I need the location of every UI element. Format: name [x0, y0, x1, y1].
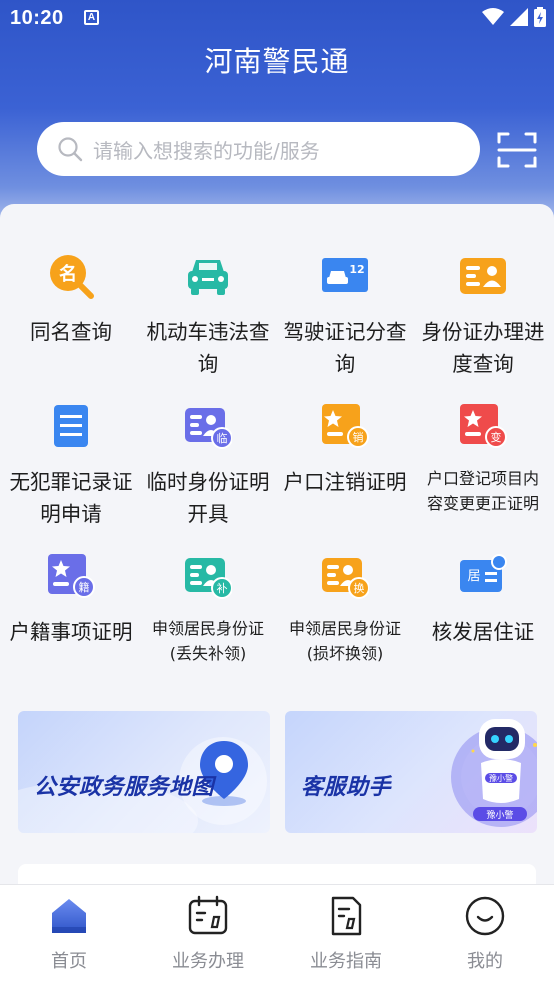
tab-home[interactable]: 首页	[0, 885, 138, 973]
robot-mascot-icon: 豫小警 豫小警	[451, 719, 537, 827]
status-time: 10:20	[10, 7, 64, 29]
home-icon	[52, 899, 86, 933]
service-label: 申领居民身份证(丢失补领)	[151, 619, 264, 663]
service-label: 户口登记项目内容变更更正证明	[426, 469, 539, 513]
car-icon	[188, 260, 228, 295]
badge-text: 补	[217, 582, 228, 595]
service-label: 驾驶证记分查询	[283, 320, 407, 376]
service-residence-permit[interactable]: 居 核发居住证	[414, 552, 552, 648]
service-id-progress[interactable]: 身份证办理进度查询	[414, 252, 552, 380]
service-household-register[interactable]: 籍 户籍事项证明	[2, 552, 140, 648]
service-temp-id[interactable]: 临 临时身份证明开具	[139, 402, 277, 530]
battery-icon	[534, 7, 546, 27]
tab-label: 我的	[467, 951, 503, 972]
notification-icon: A	[84, 10, 99, 25]
id-card-icon	[460, 258, 506, 294]
tab-mine[interactable]: 我的	[416, 885, 554, 973]
service-label: 身份证办理进度查询	[421, 320, 545, 376]
calendar-icon	[188, 895, 228, 935]
service-household-change[interactable]: 变 户口登记项目内容变更更正证明	[414, 402, 552, 516]
service-no-criminal-record[interactable]: 无犯罪记录证明申请	[2, 402, 140, 530]
service-id-reissue[interactable]: 补 申领居民身份证(丢失补领)	[139, 552, 277, 666]
id-reissue-icon: 补	[185, 558, 233, 599]
signal-icon	[510, 8, 528, 26]
household-change-icon: 变	[460, 404, 507, 448]
guide-icon	[331, 896, 362, 936]
service-label: 核发居住证	[431, 620, 535, 644]
tab-label: 首页	[51, 951, 87, 972]
service-label: 申领居民身份证(损坏换领)	[288, 619, 401, 663]
id-replace-icon: 换	[322, 558, 370, 599]
license-points-icon: 12	[322, 258, 368, 292]
tab-label: 业务指南	[310, 951, 382, 972]
wifi-icon	[482, 8, 504, 25]
service-license-points[interactable]: 12 驾驶证记分查询	[276, 252, 414, 380]
service-household-cancel[interactable]: 销 户口注销证明	[276, 402, 414, 498]
svg-text:12: 12	[349, 263, 364, 276]
bottom-tab-bar: 首页 业务办理 业务指南 我的	[0, 884, 554, 984]
service-map-banner[interactable]: 公安政务服务地图	[18, 711, 270, 833]
badge-text: 变	[491, 430, 502, 444]
household-cancel-icon: 销	[322, 404, 369, 448]
service-label: 机动车违法查询	[146, 320, 270, 376]
banner-title: 客服助手	[301, 775, 392, 800]
banner-title: 公安政务服务地图	[34, 775, 215, 800]
badge-text: 销	[353, 430, 364, 444]
service-label: 户籍事项证明	[9, 620, 133, 644]
service-id-replace[interactable]: 换 申领居民身份证(损坏换领)	[276, 552, 414, 666]
household-register-icon: 籍	[48, 554, 95, 598]
name-search-icon: 名	[50, 255, 94, 299]
tab-business[interactable]: 业务办理	[139, 885, 277, 973]
service-label: 临时身份证明开具	[146, 470, 270, 526]
smile-icon	[465, 896, 505, 936]
service-label: 户口注销证明	[283, 470, 407, 494]
badge-text: 居	[467, 569, 480, 584]
tab-guide[interactable]: 业务指南	[277, 885, 415, 973]
badge-text: 临	[217, 431, 228, 445]
badge-text: 换	[354, 581, 365, 595]
service-label: 无犯罪记录证明申请	[9, 470, 133, 526]
services-card: 名 同名查询 机动车违法查询 12 驾驶证记分查询 身份证办理进度查询 无犯罪记…	[0, 204, 554, 904]
svg-text:名: 名	[59, 263, 77, 285]
search-input[interactable]: 请输入想搜索的功能/服务	[37, 122, 480, 176]
customer-service-banner[interactable]: 豫小警 豫小警 客服助手	[285, 711, 537, 833]
scan-icon[interactable]	[497, 131, 537, 169]
tab-label: 业务办理	[172, 951, 244, 972]
mascot-name: 豫小警	[489, 773, 513, 783]
service-vehicle-violation[interactable]: 机动车违法查询	[139, 252, 277, 380]
mascot-name-base: 豫小警	[486, 809, 513, 821]
residence-permit-icon: 居	[460, 554, 507, 592]
service-label: 同名查询	[30, 320, 112, 344]
document-icon	[54, 405, 88, 447]
status-bar: 10:20 A	[0, 0, 554, 36]
search-icon	[58, 137, 83, 162]
service-name-search[interactable]: 名 同名查询	[2, 252, 140, 348]
badge-text: 籍	[79, 580, 90, 594]
page-title: 河南警民通	[204, 45, 350, 78]
temp-id-icon: 临	[185, 408, 233, 449]
search-placeholder: 请输入想搜索的功能/服务	[93, 138, 320, 163]
